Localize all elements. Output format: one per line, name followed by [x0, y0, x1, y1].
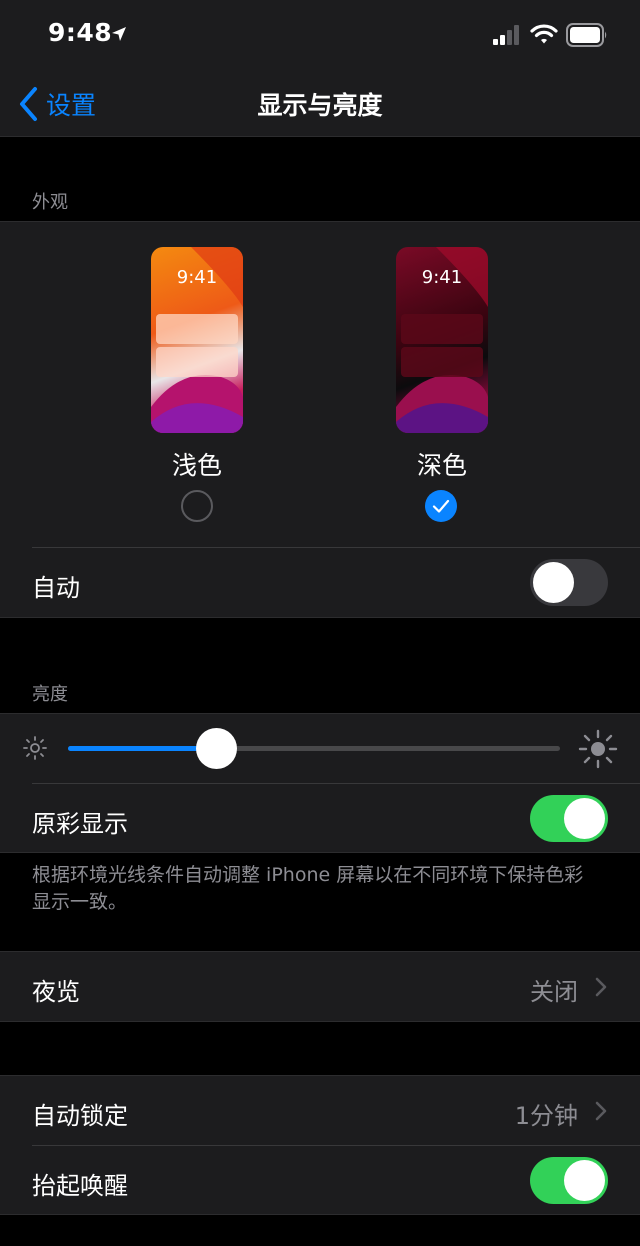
dark-preview-time: 9:41 — [421, 267, 463, 288]
status-bar: 9:48 — [0, 0, 640, 70]
raise-to-wake-label: 抬起唤醒 — [32, 1172, 128, 1200]
dark-mode-preview[interactable]: 9:41 — [396, 247, 488, 433]
brightness-header: 亮度 — [32, 684, 68, 705]
raise-to-wake-toggle[interactable] — [530, 1157, 608, 1204]
location-arrow-icon — [112, 27, 126, 41]
brightness-group: 原彩显示 — [0, 713, 640, 853]
dark-preview-card — [401, 347, 483, 377]
divider — [32, 783, 640, 784]
chevron-right-icon — [595, 1101, 607, 1121]
auto-lock-label: 自动锁定 — [32, 1102, 128, 1130]
brightness-slider-fill — [68, 746, 216, 751]
dark-preview-card — [401, 314, 483, 344]
brightness-slider-thumb[interactable] — [195, 728, 237, 769]
light-mode-radio[interactable] — [181, 490, 213, 522]
auto-appearance-label: 自动 — [32, 574, 80, 602]
cellular-signal-icon — [493, 25, 519, 45]
appearance-group: 9:41 浅色 9:41 深色 自动 — [0, 221, 640, 618]
dark-mode-label: 深色 — [416, 451, 467, 480]
divider — [32, 1145, 640, 1146]
true-tone-description: 根据环境光线条件自动调整 iPhone 屏幕以在不同环境下保持色彩显示一致。 — [32, 864, 584, 913]
checkmark-icon — [432, 499, 450, 513]
chevron-right-icon — [595, 977, 607, 997]
true-tone-toggle[interactable] — [530, 795, 608, 842]
true-tone-label: 原彩显示 — [32, 810, 128, 838]
light-mode-label: 浅色 — [171, 451, 222, 480]
sun-large-icon — [578, 729, 618, 769]
dark-mode-radio[interactable] — [425, 490, 457, 522]
light-mode-preview[interactable]: 9:41 — [151, 247, 243, 433]
lock-group: 自动锁定 1分钟 抬起唤醒 — [0, 1075, 640, 1215]
navigation-bar: 显示与亮度 设置 — [0, 70, 640, 137]
appearance-header: 外观 — [32, 192, 68, 213]
night-shift-label: 夜览 — [32, 978, 80, 1006]
auto-appearance-toggle[interactable] — [530, 559, 608, 606]
brightness-slider-track[interactable] — [68, 728, 560, 769]
chevron-left-icon — [20, 87, 37, 121]
wifi-icon — [530, 24, 558, 44]
night-shift-value: 关闭 — [530, 978, 578, 1006]
divider — [32, 547, 640, 548]
light-preview-time: 9:41 — [176, 267, 218, 288]
sun-small-icon — [23, 736, 47, 760]
back-button[interactable]: 设置 — [18, 86, 96, 122]
battery-icon — [566, 23, 607, 47]
auto-lock-row[interactable]: 自动锁定 1分钟 — [0, 1076, 640, 1145]
auto-lock-value: 1分钟 — [514, 1102, 578, 1130]
light-preview-card — [156, 347, 238, 377]
status-time: 9:48 — [48, 18, 113, 47]
night-shift-row[interactable]: 夜览 关闭 — [0, 951, 640, 1022]
light-preview-card — [156, 314, 238, 344]
back-label: 设置 — [46, 91, 97, 120]
